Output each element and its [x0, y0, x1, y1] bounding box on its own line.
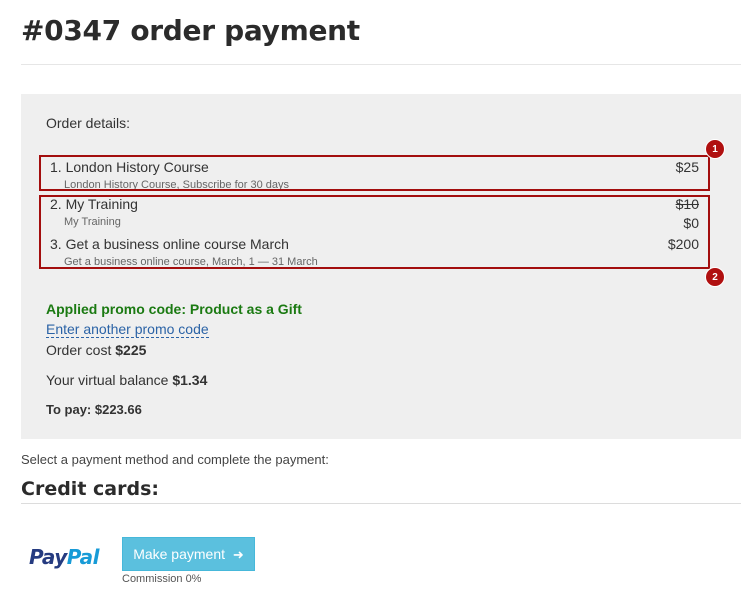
annotation-box-2: [39, 195, 710, 269]
credit-cards-divider: [21, 503, 741, 504]
virtual-balance-value: $1.34: [172, 372, 208, 388]
annotation-box-1: [39, 155, 710, 191]
order-details-label: Order details:: [46, 115, 131, 131]
paypal-logo-part2: Pal: [66, 545, 100, 569]
enter-promo-code-link[interactable]: Enter another promo code: [46, 321, 209, 338]
applied-promo-code: Applied promo code: Product as a Gift: [46, 301, 302, 317]
virtual-balance-label: Your virtual balance: [46, 372, 169, 388]
commission-text: Commission 0%: [122, 573, 202, 585]
paypal-logo: PayPal: [29, 545, 100, 569]
credit-cards-heading: Credit cards:: [21, 478, 159, 500]
amount-to-pay: To pay: $223.66: [46, 402, 142, 417]
make-payment-label: Make payment: [133, 546, 226, 562]
payment-instructions: Select a payment method and complete the…: [21, 452, 329, 467]
title-divider: [21, 64, 741, 65]
arrow-right-icon: ➜: [232, 547, 244, 562]
make-payment-button[interactable]: Make payment ➜: [122, 537, 255, 571]
paypal-logo-part1: Pay: [29, 545, 67, 569]
order-cost-value: $225: [115, 342, 147, 358]
page-title: #0347 order payment: [21, 14, 360, 47]
order-cost: Order cost $225: [46, 342, 146, 358]
annotation-badge-1: 1: [705, 139, 725, 159]
order-cost-label: Order cost: [46, 342, 112, 358]
virtual-balance: Your virtual balance $1.34: [46, 372, 207, 388]
annotation-badge-2: 2: [705, 267, 725, 287]
